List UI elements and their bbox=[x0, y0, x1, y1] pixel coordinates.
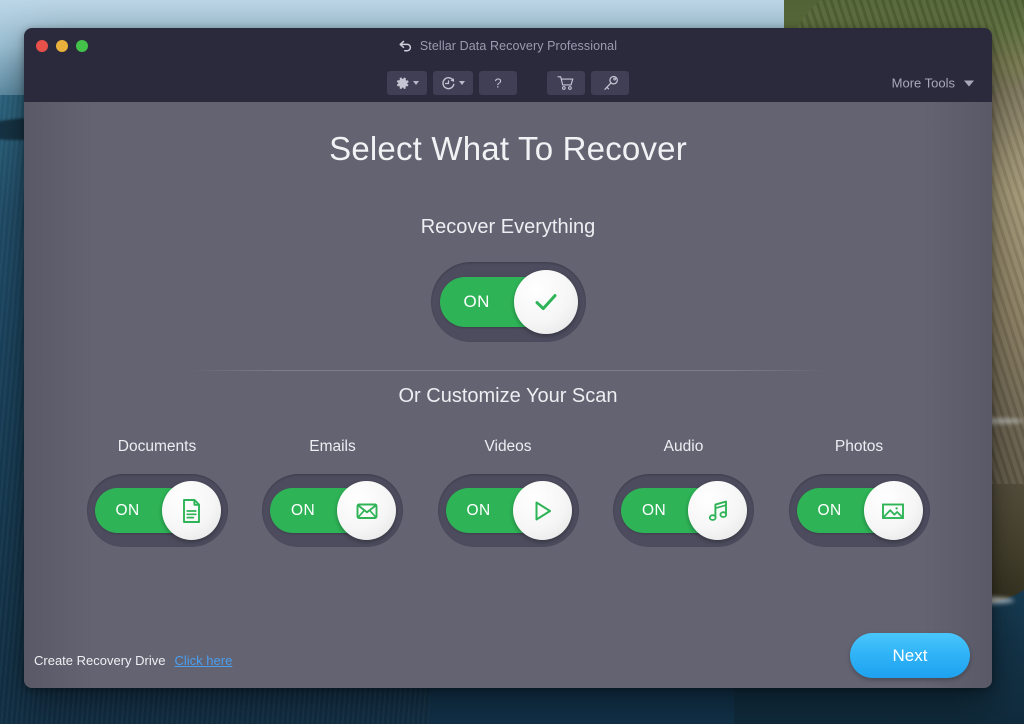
chevron-down-icon bbox=[459, 81, 465, 85]
toggle-knob bbox=[337, 481, 396, 540]
toggle-state-label: ON bbox=[817, 501, 842, 519]
recover-everything-toggle[interactable]: ON bbox=[430, 262, 586, 342]
toggle-state-label: ON bbox=[466, 501, 491, 519]
application-window: Stellar Data Recovery Professional ? Mor… bbox=[24, 28, 992, 688]
create-recovery-drive: Create Recovery Drive Click here bbox=[34, 653, 232, 668]
envelope-icon bbox=[356, 503, 377, 519]
music-note-icon bbox=[708, 500, 727, 521]
category-label: Documents bbox=[117, 438, 197, 455]
app-content-area: Select What To Recover Recover Everythin… bbox=[24, 102, 992, 688]
toggle-state-label: ON bbox=[642, 501, 667, 519]
history-clock-icon bbox=[442, 76, 455, 89]
category-label: Audio bbox=[663, 438, 704, 455]
recovery-drive-link[interactable]: Click here bbox=[175, 653, 233, 668]
footer-bar: Create Recovery Drive Click here Next bbox=[24, 614, 992, 688]
checkmark-icon bbox=[535, 294, 556, 311]
toggle-knob bbox=[513, 270, 578, 334]
more-tools-label: More Tools bbox=[891, 75, 955, 91]
image-photo-icon bbox=[882, 503, 904, 519]
toggle-knob bbox=[863, 481, 923, 540]
chevron-down-icon bbox=[964, 80, 974, 86]
main-toolbar: ? More Tools bbox=[24, 64, 992, 102]
customize-scan-label: Or Customize Your Scan bbox=[398, 385, 618, 407]
category-documents: Documents ON bbox=[82, 438, 232, 547]
maximize-button[interactable] bbox=[76, 40, 88, 52]
emails-toggle[interactable]: ON bbox=[262, 474, 403, 547]
category-videos: Videos ON bbox=[433, 438, 583, 547]
videos-toggle[interactable]: ON bbox=[437, 474, 579, 547]
document-icon bbox=[183, 498, 200, 523]
audio-toggle[interactable]: ON bbox=[613, 474, 754, 547]
toggle-state-label: ON bbox=[291, 501, 316, 519]
window-titlebar: Stellar Data Recovery Professional bbox=[24, 28, 992, 64]
resume-recovery-button[interactable] bbox=[433, 71, 473, 95]
page-title: Select What To Recover bbox=[329, 130, 687, 167]
next-button[interactable]: Next bbox=[850, 633, 970, 678]
toggle-state-label: ON bbox=[115, 501, 140, 519]
more-tools-dropdown[interactable]: More Tools bbox=[892, 76, 974, 91]
toggle-knob bbox=[512, 481, 572, 540]
category-photos: Photos ON bbox=[784, 438, 934, 547]
gear-icon bbox=[396, 76, 409, 89]
toggle-state-label: ON bbox=[463, 292, 490, 311]
next-button-label: Next bbox=[892, 645, 928, 665]
window-title: Stellar Data Recovery Professional bbox=[419, 39, 618, 53]
activation-button[interactable] bbox=[591, 71, 629, 95]
svg-text:?: ? bbox=[494, 76, 501, 91]
question-mark-icon: ? bbox=[494, 76, 501, 91]
category-emails: Emails ON bbox=[258, 438, 408, 547]
category-toggle-row: Documents ON Emails ON Videos ON Audio O… bbox=[24, 438, 992, 547]
master-toggle-container: ON bbox=[24, 262, 992, 342]
desktop-background: Stellar Data Recovery Professional ? Mor… bbox=[0, 0, 1024, 724]
play-triangle-icon bbox=[535, 501, 551, 520]
key-icon bbox=[603, 75, 618, 90]
settings-button[interactable] bbox=[387, 71, 427, 95]
toolbar-button-group: ? bbox=[387, 71, 629, 95]
back-arrow-icon[interactable] bbox=[399, 40, 413, 53]
traffic-lights bbox=[36, 40, 88, 52]
minimize-button[interactable] bbox=[56, 40, 68, 52]
category-audio: Audio ON bbox=[609, 438, 759, 547]
category-label: Emails bbox=[309, 438, 356, 455]
buy-now-button[interactable] bbox=[547, 71, 585, 95]
toggle-knob bbox=[161, 481, 221, 540]
category-label: Photos bbox=[834, 438, 884, 455]
close-button[interactable] bbox=[36, 40, 48, 52]
section-divider bbox=[188, 370, 828, 371]
help-button[interactable]: ? bbox=[479, 71, 517, 95]
window-title-group: Stellar Data Recovery Professional bbox=[399, 39, 617, 53]
photos-toggle[interactable]: ON bbox=[788, 474, 930, 547]
recover-everything-label: Recover Everything bbox=[420, 216, 596, 238]
documents-toggle[interactable]: ON bbox=[86, 474, 228, 547]
shopping-cart-icon bbox=[557, 76, 574, 90]
chevron-down-icon bbox=[413, 81, 419, 85]
toggle-knob bbox=[688, 481, 747, 540]
category-label: Videos bbox=[484, 438, 532, 455]
recovery-drive-label: Create Recovery Drive bbox=[34, 653, 166, 668]
